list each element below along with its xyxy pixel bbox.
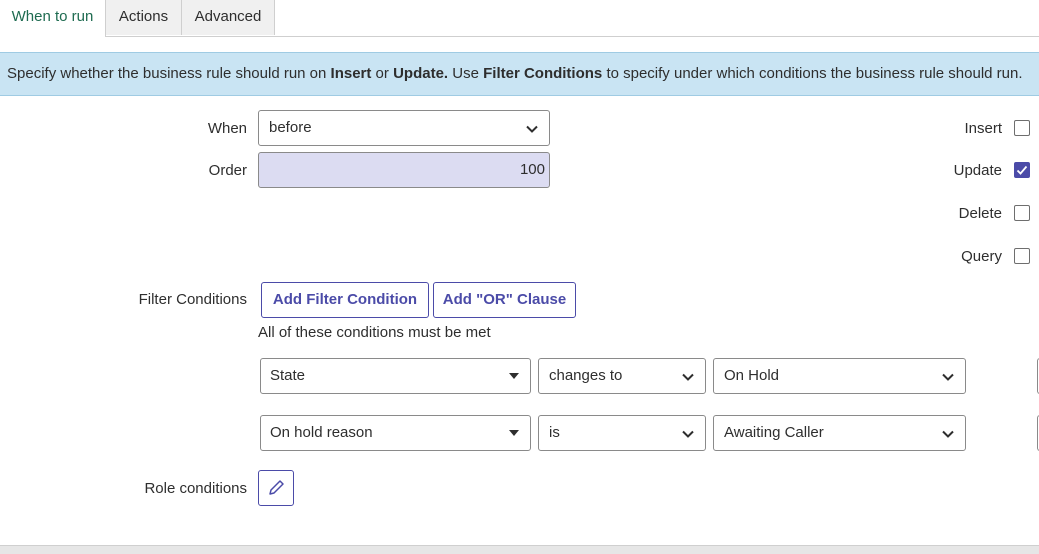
add-filter-condition-button[interactable]: Add Filter Condition: [261, 282, 429, 318]
info-text-4: to specify under which conditions the bu…: [602, 65, 1023, 82]
insert-checkbox[interactable]: [1014, 120, 1030, 136]
chevron-down-icon: [682, 373, 694, 381]
update-label: Update: [953, 162, 1002, 179]
order-label: Order: [208, 162, 247, 179]
delete-label: Delete: [958, 205, 1002, 222]
condition-value-select[interactable]: Awaiting Caller: [713, 415, 966, 451]
conditions-hint: All of these conditions must be met: [258, 324, 491, 341]
condition-value: On Hold: [724, 367, 780, 384]
role-conditions-label: Role conditions: [144, 480, 247, 497]
add-or-clause-button[interactable]: Add "OR" Clause: [433, 282, 576, 318]
condition-field-value: On hold reason: [270, 424, 373, 441]
when-label: When: [207, 120, 247, 137]
condition-value: Awaiting Caller: [724, 424, 824, 441]
edit-role-conditions-button[interactable]: [258, 470, 294, 506]
condition-value-select[interactable]: On Hold: [713, 358, 966, 394]
condition-operator-select[interactable]: changes to: [538, 358, 706, 394]
query-label: Query: [961, 248, 1002, 265]
order-input[interactable]: 100: [258, 152, 550, 188]
info-text-2: or: [371, 65, 394, 82]
condition-operator-select[interactable]: is: [538, 415, 706, 451]
query-checkbox[interactable]: [1014, 248, 1030, 264]
filter-conditions-label: Filter Conditions: [138, 291, 247, 308]
check-icon: [1016, 165, 1028, 175]
info-filter-conditions: Filter Conditions: [483, 65, 603, 82]
update-checkbox[interactable]: [1014, 162, 1030, 178]
chevron-down-icon: [682, 430, 694, 438]
tab-actions[interactable]: Actions: [106, 0, 182, 35]
insert-label: Insert: [964, 120, 1002, 137]
chevron-down-icon: [526, 125, 538, 133]
pencil-icon: [269, 480, 284, 495]
info-update: Update.: [393, 65, 449, 82]
condition-field-value: State: [270, 367, 306, 384]
delete-checkbox[interactable]: [1014, 205, 1030, 221]
condition-field-select[interactable]: On hold reason: [260, 415, 531, 451]
chevron-down-icon: [942, 373, 954, 381]
info-text-1: Specify whether the business rule should…: [7, 65, 331, 82]
when-select[interactable]: before: [258, 110, 550, 146]
tab-advanced[interactable]: Advanced: [182, 0, 275, 35]
info-insert: Insert: [330, 65, 372, 82]
condition-operator-value: is: [549, 424, 560, 441]
tab-bar: When to run Actions Advanced: [0, 0, 1039, 37]
info-text-3: Use: [448, 65, 484, 82]
info-banner: Specify whether the business rule should…: [0, 52, 1039, 96]
when-value: before: [269, 119, 312, 136]
caret-down-icon: [509, 430, 519, 436]
condition-operator-value: changes to: [549, 367, 623, 384]
condition-field-select[interactable]: State: [260, 358, 531, 394]
tab-when-to-run[interactable]: When to run: [0, 0, 106, 37]
chevron-down-icon: [942, 430, 954, 438]
caret-down-icon: [509, 373, 519, 379]
